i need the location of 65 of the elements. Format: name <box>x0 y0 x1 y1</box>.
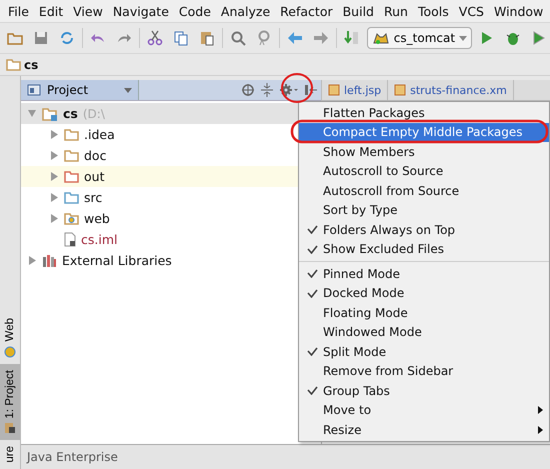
expand-arrow-icon[interactable] <box>50 214 58 222</box>
menu-item[interactable]: Window <box>488 4 548 18</box>
menu-option[interactable]: Windowed Mode <box>299 322 549 342</box>
tomcat-icon <box>372 31 390 45</box>
menu-item[interactable]: VCS <box>454 4 489 18</box>
breadcrumb-item[interactable]: cs <box>24 58 38 72</box>
menu-item[interactable]: Analyze <box>216 4 276 18</box>
path-note: (D:\ <box>82 106 105 120</box>
dropdown-arrow-icon <box>124 88 132 92</box>
tree-item-label: cs.iml <box>81 232 118 247</box>
submenu-arrow-icon <box>538 426 543 434</box>
collapse-arrow-icon[interactable] <box>28 108 36 118</box>
library-icon <box>42 254 57 267</box>
menu-option[interactable]: Split Mode <box>299 342 549 362</box>
menu-item[interactable]: Navigate <box>108 4 174 18</box>
submenu-arrow-icon <box>538 406 543 414</box>
tree-item-label: out <box>84 169 104 184</box>
menu-option[interactable]: Remove from Sidebar <box>299 362 549 381</box>
menu-item[interactable]: Run <box>379 4 413 18</box>
run-configuration-dropdown[interactable]: cs_tomcat <box>366 27 472 49</box>
tree-item-label: web <box>84 211 110 226</box>
side-tab[interactable]: Web <box>0 312 20 364</box>
tree-item-label: doc <box>84 148 106 163</box>
settings-icon[interactable] <box>279 83 299 97</box>
menu-item[interactable]: View <box>68 4 108 18</box>
expand-arrow-icon[interactable] <box>50 130 58 138</box>
expand-arrow-icon[interactable] <box>50 172 58 180</box>
file-icon <box>64 232 76 247</box>
menu-item[interactable]: Refactor <box>275 4 338 18</box>
collapse-all-icon[interactable] <box>261 83 273 97</box>
tree-item-label: cs <box>63 106 78 121</box>
project-view-icon <box>27 84 41 96</box>
globe-icon <box>4 346 16 358</box>
tree-item-label: src <box>84 190 102 205</box>
menu-option[interactable]: Group Tabs <box>299 381 549 400</box>
tree-item-label: External Libraries <box>62 253 172 268</box>
tree-item-label: .idea <box>84 127 115 142</box>
dropdown-arrow-icon <box>459 36 468 40</box>
annotation-circle <box>281 73 313 103</box>
menu-option[interactable]: Floating Mode <box>299 303 549 322</box>
menu-item[interactable]: Tools <box>412 4 454 18</box>
menu-item[interactable]: Edit <box>34 4 68 18</box>
hide-panel-icon[interactable] <box>305 83 317 97</box>
folder-icon <box>4 422 16 434</box>
file-icon <box>328 84 340 96</box>
module-folder-icon <box>42 106 58 120</box>
expand-arrow-icon[interactable] <box>50 192 58 202</box>
expand-arrow-icon[interactable] <box>28 256 36 264</box>
menu-item[interactable]: File <box>3 4 34 18</box>
module-folder-icon <box>6 58 21 71</box>
locate-icon[interactable] <box>241 83 255 97</box>
view-selector-dropdown[interactable]: Project <box>21 80 139 100</box>
menu-item[interactable]: Code <box>174 4 216 18</box>
side-tab[interactable]: ure <box>0 440 20 469</box>
menu-item[interactable]: Build <box>338 4 379 18</box>
menu-option[interactable]: Docked Mode <box>299 284 549 303</box>
menu-option[interactable]: Resize <box>299 420 549 440</box>
side-tab[interactable]: 1: Project <box>0 364 20 440</box>
status-text: Java Enterprise <box>27 450 118 464</box>
menu-option[interactable]: Compact Empty Middle Packages <box>299 122 549 142</box>
expand-arrow-icon[interactable] <box>50 150 58 160</box>
file-icon <box>394 84 406 96</box>
editor-tab[interactable]: struts-finance.xm <box>388 80 514 100</box>
menu-option[interactable]: Move to <box>299 400 549 420</box>
editor-tab[interactable]: left.jsp <box>322 80 388 100</box>
